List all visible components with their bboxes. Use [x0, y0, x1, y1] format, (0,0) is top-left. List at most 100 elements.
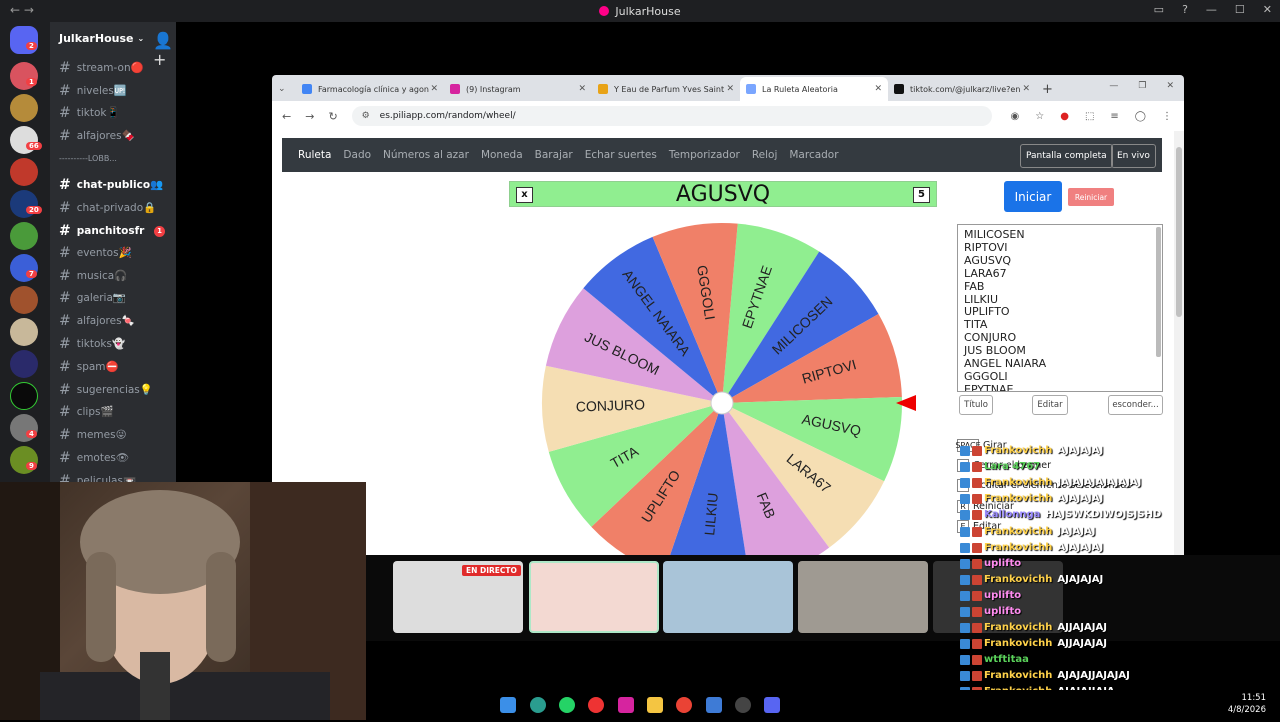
inbox-icon[interactable]: ▭ — [1154, 3, 1164, 16]
site-nav-link[interactable]: Ruleta — [298, 149, 331, 161]
browser-tab[interactable]: (9) Instagram ✕ — [444, 77, 592, 101]
file-explorer-icon[interactable] — [647, 697, 663, 713]
minimize-icon[interactable]: — — [1109, 81, 1118, 91]
channel-item[interactable]: # sugerencias💡 — [59, 382, 153, 398]
site-nav-link[interactable]: Dado — [343, 149, 371, 161]
windows-start-icon[interactable] — [500, 697, 516, 713]
server-icon[interactable] — [10, 382, 38, 410]
eye-off-icon[interactable]: ◉ — [1011, 111, 1020, 122]
channel-item[interactable]: # alfajores🍬 — [59, 313, 135, 329]
server-icon[interactable] — [10, 318, 38, 346]
channel-item[interactable]: # memes😜 — [59, 427, 127, 443]
back-icon[interactable]: ← — [282, 110, 291, 123]
profile-icon[interactable]: ◯ — [1135, 111, 1146, 122]
browser-tab[interactable]: La Ruleta Aleatoria ✕ — [740, 77, 888, 101]
instagram-icon[interactable] — [618, 697, 634, 713]
scrollbar-thumb[interactable] — [1176, 147, 1182, 317]
site-nav-link[interactable]: Números al azar — [383, 149, 469, 161]
channel-item[interactable]: # musica🎧 — [59, 268, 127, 284]
channel-item[interactable]: # spam⛔ — [59, 359, 119, 375]
maximize-icon[interactable]: ☐ — [1235, 3, 1245, 16]
star-icon[interactable]: ☆ — [1035, 111, 1044, 122]
extensions-icon[interactable]: ⬚ — [1085, 111, 1094, 122]
thumbnail-avatar[interactable] — [663, 561, 793, 633]
names-list[interactable]: MILICOSEN RIPTOVI AGUSVQ LARA67 FAB LILKIU UPL… — [957, 224, 1163, 392]
help-icon[interactable]: ? — [1182, 3, 1188, 16]
channel-item[interactable]: # clips🎬 — [59, 404, 114, 420]
channel-item[interactable]: # chat-privado🔒 — [59, 200, 156, 216]
menu-icon[interactable]: ⋮ — [1162, 111, 1172, 122]
extension-red-icon[interactable]: ● — [1060, 111, 1069, 122]
channel-item[interactable]: # emotes👁 — [59, 450, 129, 466]
server-icon[interactable] — [10, 158, 38, 186]
restore-icon[interactable]: ❐ — [1138, 81, 1146, 91]
live-button[interactable]: En vivo — [1111, 144, 1156, 168]
thumbnail-avatar[interactable] — [529, 561, 659, 633]
site-nav-link[interactable]: Echar suertes — [585, 149, 657, 161]
browser-tab[interactable]: tiktok.com/@julkarz/live?en ✕ — [888, 77, 1036, 101]
site-nav-link[interactable]: Marcador — [789, 149, 838, 161]
browser-tab[interactable]: Y Eau de Parfum Yves Saint ✕ — [592, 77, 740, 101]
reload-icon[interactable]: ↻ — [328, 110, 337, 123]
invite-people-icon[interactable]: 👤+ — [153, 31, 176, 69]
tab-search-icon[interactable]: ⌄ — [278, 77, 296, 101]
list-scrollbar[interactable] — [1156, 227, 1161, 357]
window-controls[interactable]: ▭ ? — ☐ ✕ — [1154, 3, 1272, 16]
close-tab-icon[interactable]: ✕ — [430, 84, 438, 94]
server-icon[interactable] — [10, 222, 38, 250]
category-name: LOBB... — [87, 154, 117, 163]
fullscreen-button[interactable]: Pantalla completa — [1020, 144, 1113, 168]
site-nav-link[interactable]: Moneda — [481, 149, 523, 161]
back-forward-icons[interactable]: ← → — [10, 3, 34, 17]
channel-item[interactable]: # stream-on🔴 — [59, 60, 144, 76]
site-nav-link[interactable]: Reloj — [752, 149, 778, 161]
server-icon[interactable] — [10, 350, 38, 378]
browser-tab[interactable]: Farmacología clínica y agon ✕ — [296, 77, 444, 101]
site-nav-link[interactable]: Barajar — [535, 149, 573, 161]
discord-taskbar-icon[interactable] — [764, 697, 780, 713]
channel-item[interactable]: # tiktoks👻 — [59, 336, 125, 352]
channel-item[interactable]: # niveles🆙 — [59, 83, 127, 99]
reset-button[interactable]: Reiniciar — [1068, 188, 1114, 206]
close-tab-icon[interactable]: ✕ — [578, 84, 586, 94]
mail-icon[interactable] — [706, 697, 722, 713]
wheel-center[interactable] — [710, 391, 734, 415]
edit-button[interactable]: Editar — [1032, 395, 1068, 415]
forward-icon[interactable]: → — [305, 110, 314, 123]
obs-icon[interactable] — [735, 697, 751, 713]
channel-item[interactable]: # eventos🎉 — [59, 245, 132, 261]
chrome-icon[interactable] — [676, 697, 692, 713]
site-nav-link[interactable]: Temporizador — [669, 149, 740, 161]
thumbnail-avatar[interactable] — [798, 561, 928, 633]
url-field[interactable]: ⚙ es.piliapp.com/random/wheel/ — [351, 106, 992, 126]
title-button[interactable]: Título — [959, 395, 993, 415]
site-info-icon[interactable]: ⚙ — [362, 111, 370, 121]
start-button[interactable]: Iniciar — [1004, 181, 1062, 212]
category-header[interactable]: ----------LOBB... — [59, 154, 117, 163]
close-tab-icon[interactable]: ✕ — [874, 84, 882, 94]
edge-icon[interactable] — [530, 697, 546, 713]
whatsapp-icon[interactable] — [559, 697, 575, 713]
close-banner-button[interactable]: x — [516, 187, 533, 203]
media-icon[interactable]: ≡ — [1110, 111, 1118, 122]
new-tab-button[interactable]: + — [1042, 77, 1053, 101]
badge-icon — [960, 574, 970, 585]
hide-button[interactable]: esconder... — [1108, 395, 1163, 415]
minimize-icon[interactable]: — — [1206, 3, 1217, 16]
server-icon[interactable] — [10, 94, 38, 122]
channel-item[interactable]: # alfajores🍫 — [59, 128, 135, 144]
channel-item[interactable]: # panchitosfr — [59, 223, 144, 239]
media-player-icon[interactable] — [588, 697, 604, 713]
close-icon[interactable]: ✕ — [1263, 3, 1272, 16]
channel-item[interactable]: # galeria📷 — [59, 290, 126, 306]
wheel-chart[interactable]: EPYTNAEMILICOSENRIPTOVIAGUSVQLARA67FABLI… — [522, 211, 922, 555]
channel-item[interactable]: # tiktok📱 — [59, 105, 120, 121]
badge-icon — [960, 493, 970, 504]
close-tab-icon[interactable]: ✕ — [726, 84, 734, 94]
server-icon[interactable] — [10, 286, 38, 314]
close-tab-icon[interactable]: ✕ — [1022, 84, 1030, 94]
close-icon[interactable]: ✕ — [1166, 81, 1174, 91]
channel-item[interactable]: # chat-publico👥 — [59, 177, 163, 193]
favicon-icon — [894, 84, 904, 94]
browser-window-controls[interactable]: — ❐ ✕ — [1109, 81, 1174, 91]
